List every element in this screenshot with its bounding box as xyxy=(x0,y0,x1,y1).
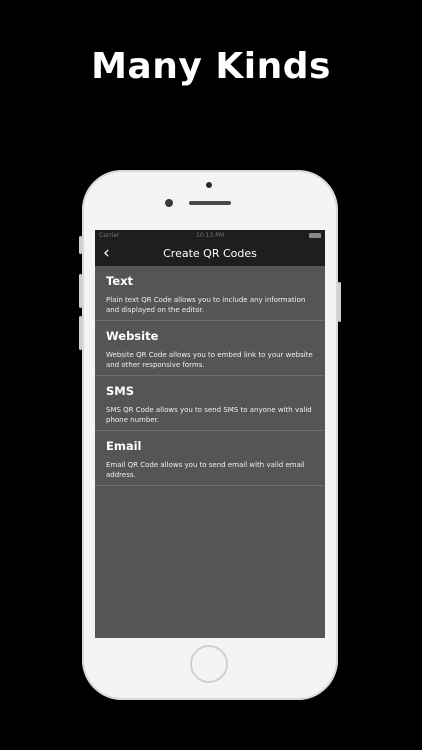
app-screen: Carrier 10:13 PM ‹ Create QR Codes Text … xyxy=(95,230,325,638)
phone-frame: Carrier 10:13 PM ‹ Create QR Codes Text … xyxy=(79,170,341,700)
promo-headline: Many Kinds xyxy=(91,46,331,87)
list-item-title: Email xyxy=(106,439,142,453)
list-item-title: Text xyxy=(106,274,134,288)
power-button xyxy=(338,282,341,322)
page-title: Create QR Codes xyxy=(163,246,257,260)
list-item-sms[interactable]: SMS SMS QR Code allows you to send SMS t… xyxy=(95,376,325,431)
list-item-description: Email QR Code allows you to send email w… xyxy=(106,461,305,479)
volume-up-button xyxy=(79,274,82,308)
navigation-bar: ‹ Create QR Codes xyxy=(95,240,325,266)
list-item-description: Website QR Code allows you to embed link… xyxy=(106,351,313,369)
volume-down-button xyxy=(79,316,82,350)
front-camera-icon xyxy=(165,199,173,207)
list-item-email[interactable]: Email Email QR Code allows you to send e… xyxy=(95,431,325,486)
list-item-text[interactable]: Text Plain text QR Code allows you to in… xyxy=(95,266,325,321)
status-time: 10:13 PM xyxy=(196,231,224,239)
earpiece-speaker xyxy=(189,201,231,205)
list-item-description: SMS QR Code allows you to send SMS to an… xyxy=(106,406,312,424)
list-item-title: SMS xyxy=(106,384,135,398)
front-sensor xyxy=(206,182,212,188)
home-button[interactable] xyxy=(190,645,228,683)
qr-type-list: Text Plain text QR Code allows you to in… xyxy=(95,266,325,486)
chevron-left-icon[interactable]: ‹ xyxy=(103,243,110,263)
status-bar: Carrier 10:13 PM xyxy=(95,230,325,240)
list-item-title: Website xyxy=(106,329,159,343)
mute-switch xyxy=(79,236,82,254)
list-item-description: Plain text QR Code allows you to include… xyxy=(106,296,306,314)
list-item-website[interactable]: Website Website QR Code allows you to em… xyxy=(95,321,325,376)
